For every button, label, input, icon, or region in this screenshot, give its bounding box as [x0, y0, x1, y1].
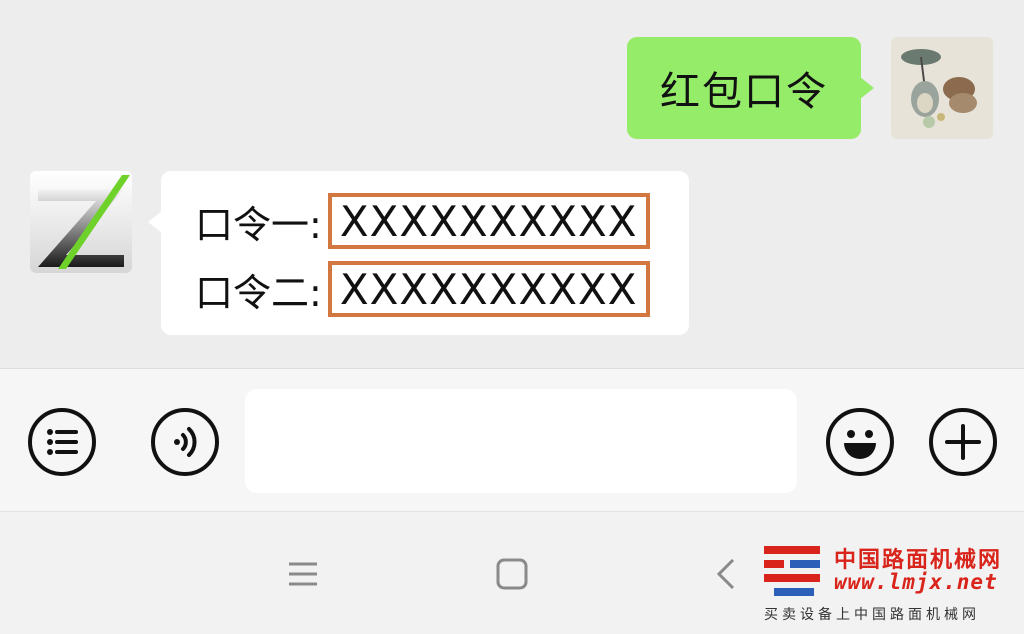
menu-list-button[interactable]: [28, 408, 96, 476]
home-icon: [496, 558, 528, 590]
recent-apps-icon: [289, 562, 317, 586]
my-avatar[interactable]: [891, 37, 993, 139]
code-label-1: 口令一:: [195, 202, 322, 247]
system-nav-bar: 中国路面机械网 www.lmjx.net 买卖设备上中国路面机械网: [0, 511, 1024, 634]
lmjx-logo-icon: [764, 546, 820, 596]
totoro-avatar-image: [891, 37, 993, 139]
z-logo-image: [30, 171, 132, 273]
chat-area: 红包口令 口令一: XXXXXXXXXX 口令二: XXXXXXXXXX: [0, 0, 1024, 368]
received-message-bubble[interactable]: 口令一: XXXXXXXXXX 口令二: XXXXXXXXXX: [148, 171, 689, 335]
code-row-2: 口令二: XXXXXXXXXX: [195, 261, 650, 317]
input-bar: [0, 368, 1024, 511]
recent-apps-button[interactable]: [283, 554, 323, 594]
code-row-1: 口令一: XXXXXXXXXX: [195, 193, 650, 249]
emoji-button[interactable]: [826, 408, 894, 476]
voice-icon: [174, 427, 197, 457]
emoji-icon: [844, 430, 876, 459]
code-value-2: XXXXXXXXXX: [327, 261, 650, 317]
menu-list-icon: [47, 429, 78, 455]
voice-button[interactable]: [151, 408, 219, 476]
sent-message-text: 红包口令: [660, 69, 828, 115]
message-input[interactable]: [245, 389, 797, 493]
sent-message-bubble[interactable]: 红包口令: [627, 37, 874, 139]
code-label-2: 口令二:: [195, 270, 322, 315]
more-functions-button[interactable]: [929, 408, 997, 476]
code-value-1: XXXXXXXXXX: [327, 193, 650, 249]
plus-icon: [945, 424, 981, 460]
watermark-slogan: 买卖设备上中国路面机械网: [764, 607, 980, 623]
watermark-url: www.lmjx.net: [834, 570, 998, 594]
back-button[interactable]: [707, 554, 747, 594]
contact-avatar[interactable]: [30, 171, 132, 273]
watermark: 中国路面机械网 www.lmjx.net 买卖设备上中国路面机械网: [760, 540, 1020, 630]
back-icon: [716, 558, 735, 590]
home-button[interactable]: [492, 554, 532, 594]
